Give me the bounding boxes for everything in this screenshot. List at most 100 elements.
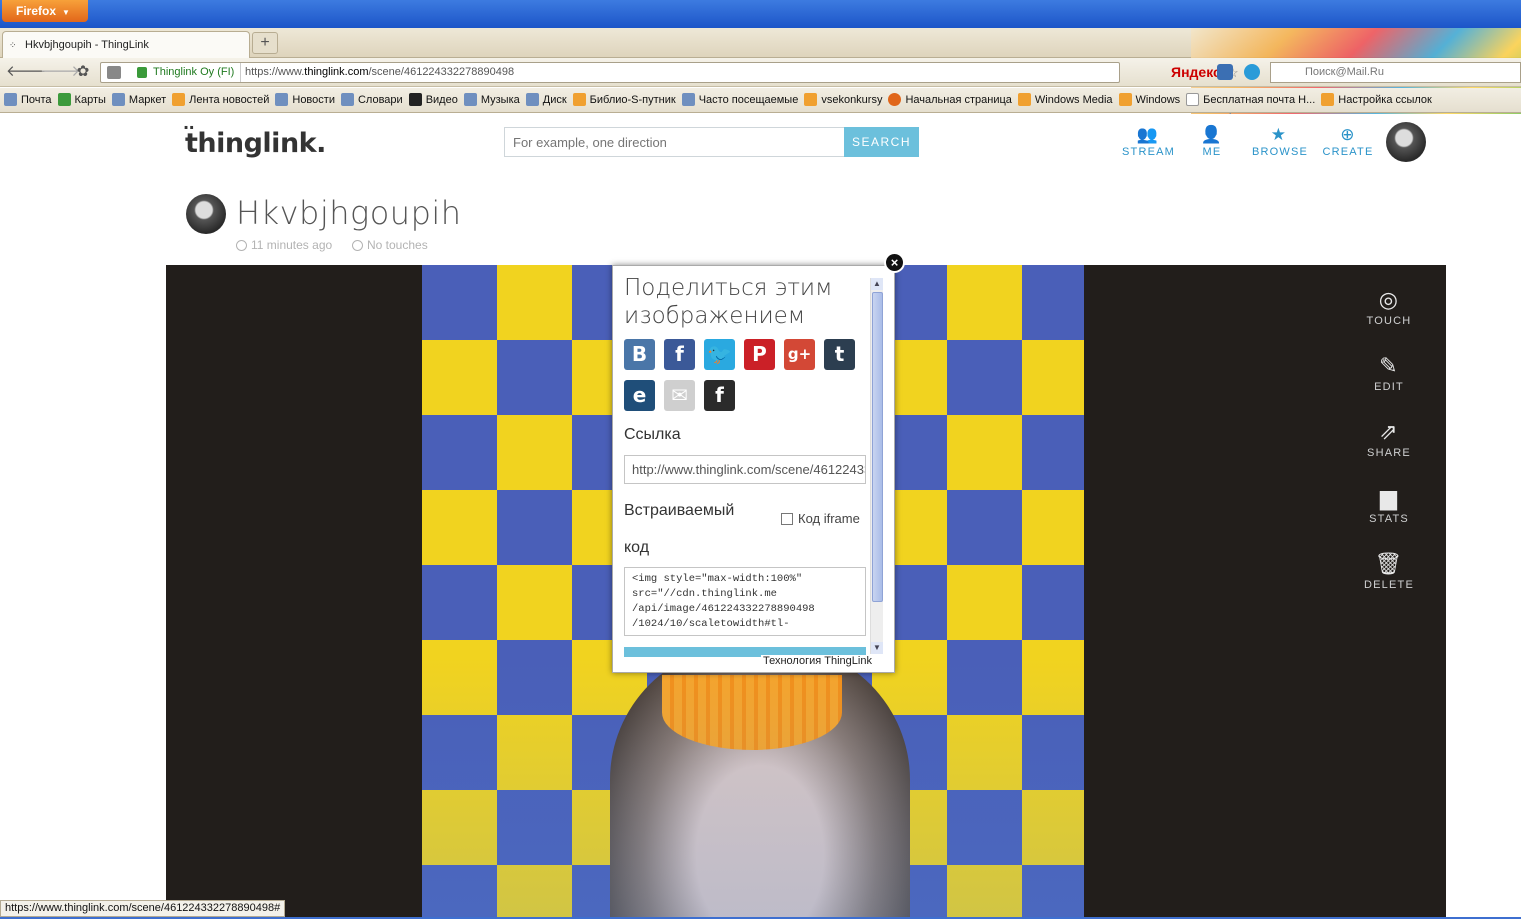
scroll-up-icon[interactable]: ▲ xyxy=(871,278,883,290)
address-bar[interactable]: Thinglink Oy (FI) https://www.thinglink.… xyxy=(100,62,1239,137)
dark-bookmark-icon xyxy=(408,93,422,106)
sidebar-delete[interactable]: 🗑 DELETE xyxy=(1346,549,1432,591)
bookmark-item[interactable]: Карты xyxy=(57,88,106,112)
touch-icon: ◎ xyxy=(1378,287,1400,312)
mail-bookmark-icon xyxy=(4,93,17,106)
bookmark-item[interactable]: Начальная страница xyxy=(888,88,1012,112)
nav-create[interactable]: ⊕ CREATE xyxy=(1322,124,1374,158)
site-identity[interactable]: Thinglink Oy (FI) xyxy=(135,63,242,82)
tumblr-share-icon[interactable]: t xyxy=(824,339,855,370)
firefox-menu-label: Firefox xyxy=(16,4,57,18)
browser-tab[interactable]: ⁘ Hkvbjhgoupih - ThingLink xyxy=(2,31,250,58)
bookmark-label: Настройка ссылок xyxy=(1338,94,1432,106)
nav-browse[interactable]: ★ BROWSE xyxy=(1252,124,1307,158)
twitter-share-icon[interactable]: 🐦 xyxy=(704,339,735,370)
bookmark-label: Библио-S-путник xyxy=(589,94,676,106)
embed-label: Встраиваемый xyxy=(624,502,735,519)
thinglink-logo[interactable]: thinglink. xyxy=(183,118,326,159)
sidebar-share[interactable]: ⇗ SHARE xyxy=(1346,417,1432,459)
close-icon[interactable]: × xyxy=(884,252,905,273)
pinterest-share-icon[interactable]: P xyxy=(744,339,775,370)
modal-scrollbar[interactable]: ▲ ▼ xyxy=(870,278,883,654)
window-titlebar: Firefox ▼ xyxy=(0,0,1521,28)
tab-title: Hkvbjhgoupih - ThingLink xyxy=(25,39,149,51)
status-bar: https://www.thinglink.com/scene/46122433… xyxy=(0,900,286,917)
vkontakte-share-icon[interactable]: B xyxy=(624,339,655,370)
new-tab-button[interactable]: + xyxy=(252,32,278,54)
forward-icon[interactable]: 🡒 xyxy=(40,62,80,82)
mail-ru-icon[interactable] xyxy=(1244,64,1260,80)
web-search-input[interactable]: Поиск@Mail.Ru xyxy=(1270,62,1521,83)
firefox-menu-button[interactable]: Firefox ▼ xyxy=(2,0,88,22)
rss-bookmark-icon xyxy=(804,93,818,106)
navigation-toolbar: 🡐 🡒 ✿ Thinglink Oy (FI) https://www.thin… xyxy=(0,58,1521,137)
link-label: Ссылка xyxy=(624,426,681,443)
delete-label: DELETE xyxy=(1364,579,1414,591)
bookmark-item[interactable]: Библио-S-путник xyxy=(572,88,676,112)
page-icon xyxy=(107,66,121,79)
bookmark-label: Бесплатная почта Н... xyxy=(1203,94,1316,106)
link-field[interactable]: http://www.thinglink.com/scene/461224332… xyxy=(624,455,866,484)
iframe-checkbox[interactable] xyxy=(781,513,793,525)
powered-by: Технология ThingLink xyxy=(761,655,874,667)
green-bookmark-icon xyxy=(57,93,71,106)
edmodo-share-icon[interactable]: e xyxy=(624,380,655,411)
url-domain: thinglink.com xyxy=(304,66,369,78)
url-path: /scene/461224332278890498 xyxy=(368,66,515,78)
ff-bookmark-icon xyxy=(888,93,902,106)
bookmark-item[interactable]: Windows Media xyxy=(1017,88,1113,112)
bookmark-item[interactable]: Маркет xyxy=(111,88,167,112)
google-plus-share-icon[interactable]: g+ xyxy=(784,339,815,370)
bookmark-item[interactable]: Настройка ссылок xyxy=(1321,88,1432,112)
share-label: SHARE xyxy=(1367,447,1411,459)
nav-me[interactable]: 👤 ME xyxy=(1196,124,1228,158)
sidebar-edit[interactable]: ✎ EDIT xyxy=(1346,351,1432,393)
embed-code-textarea[interactable]: <img style="max-width:100%" src="//cdn.t… xyxy=(624,567,866,636)
bookmark-item[interactable]: Лента новостей xyxy=(172,88,269,112)
bookmark-label: Windows Media xyxy=(1034,94,1113,106)
back-icon[interactable]: 🡐 xyxy=(6,62,46,82)
email-share-icon[interactable]: ✉ xyxy=(664,380,695,411)
bookmark-item[interactable]: Почта xyxy=(4,88,52,112)
page-bookmark-icon xyxy=(681,93,695,106)
bookmark-item[interactable]: Новости xyxy=(275,88,335,112)
sidebar-touch[interactable]: ◎ TOUCH xyxy=(1346,285,1432,327)
bookmark-label: Музыка xyxy=(480,94,520,106)
page-bookmark-icon xyxy=(525,93,539,106)
scrollbar-thumb[interactable] xyxy=(872,292,883,602)
bookmark-label: Маркет xyxy=(128,94,167,106)
sidebar-stats[interactable]: ▆ STATS xyxy=(1346,483,1432,525)
nav-stream[interactable]: 👥 STREAM xyxy=(1122,124,1174,158)
rss-bookmark-icon xyxy=(172,93,186,106)
iframe-label: Код iframe xyxy=(798,511,860,526)
user-avatar[interactable] xyxy=(1386,122,1426,162)
bookmark-item[interactable]: Словари xyxy=(340,88,403,112)
iframe-option[interactable]: Код iframe xyxy=(781,511,860,526)
url-prefix: https://www. xyxy=(245,66,305,78)
yandex-logo[interactable]: Яндекс xyxy=(1171,63,1221,82)
bookmark-item[interactable]: Видео xyxy=(408,88,458,112)
bookmark-item[interactable]: Бесплатная почта Н... xyxy=(1186,88,1316,112)
search-input[interactable] xyxy=(504,127,844,157)
extension-icon[interactable] xyxy=(1217,64,1233,80)
bookmark-item[interactable]: vsekonkursy xyxy=(804,88,882,112)
page-bookmark-icon xyxy=(275,93,289,106)
stats-icon: ▆ xyxy=(1379,485,1399,510)
thinglink-facebook-share-icon[interactable]: f xyxy=(704,380,735,411)
thinglink-favicon-icon: ⁘ xyxy=(9,40,17,50)
owner-avatar[interactable] xyxy=(186,194,226,234)
stream-icon: 👥 xyxy=(1136,125,1160,144)
bookmark-item[interactable]: Диск xyxy=(525,88,567,112)
share-modal: Поделиться этим изображением Bf 🐦 Pg+ t e ✉ f … xyxy=(612,265,895,673)
rss-bookmark-icon xyxy=(1118,93,1132,106)
bookmark-item[interactable]: Windows xyxy=(1118,88,1180,112)
bookmark-item[interactable]: Музыка xyxy=(463,88,520,112)
browse-icon: ★ xyxy=(1270,125,1288,144)
search-button[interactable]: SEARCH xyxy=(844,127,919,157)
puzzle-icon[interactable]: ✿ xyxy=(72,62,94,82)
scroll-down-icon[interactable]: ▼ xyxy=(871,642,883,654)
facebook-share-icon[interactable]: f xyxy=(664,339,695,370)
create-icon: ⊕ xyxy=(1340,125,1356,144)
bookmark-item[interactable]: Часто посещаемые xyxy=(681,88,798,112)
url-text: https://www.thinglink.com/scene/46122433… xyxy=(245,63,514,82)
